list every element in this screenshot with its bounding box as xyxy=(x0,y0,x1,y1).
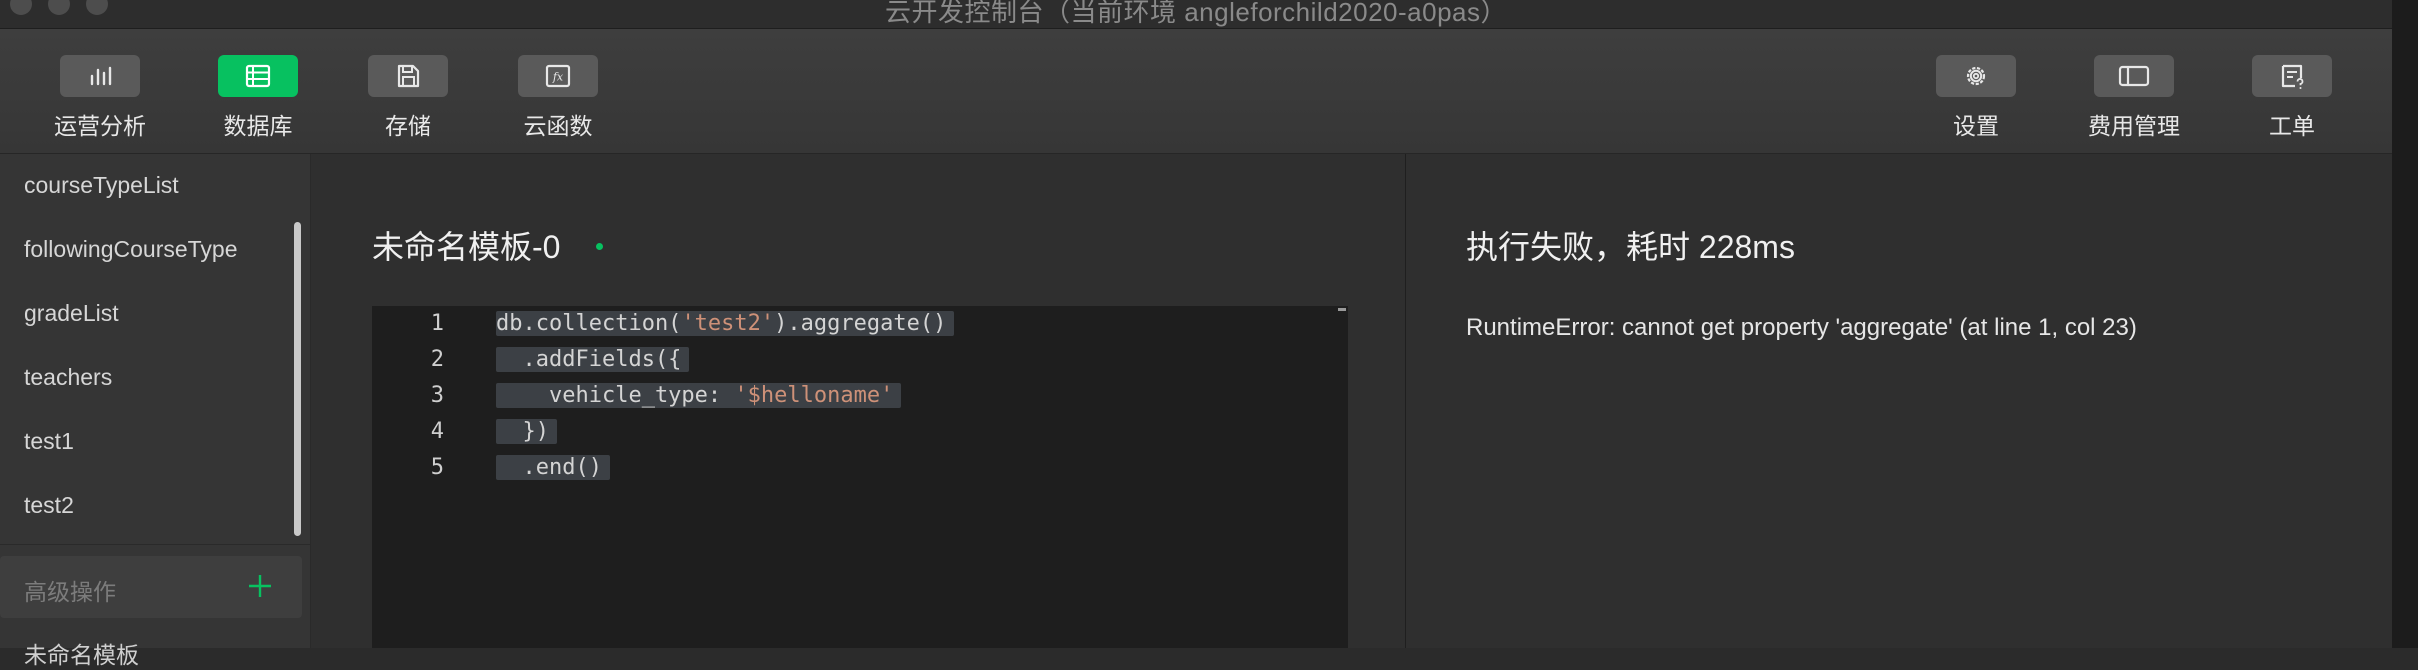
line-number: 3 xyxy=(430,383,444,408)
billing-card-icon xyxy=(2094,55,2174,97)
toolbar-database-button[interactable]: 数据库 xyxy=(198,55,318,141)
code-line: vehicle_type: '$helloname' xyxy=(496,380,902,412)
collection-item[interactable]: gradeList xyxy=(24,300,119,327)
code-token: db.collection( xyxy=(496,311,682,336)
sidebar-divider xyxy=(0,544,310,545)
toolbar-analytics-button[interactable]: 运营分析 xyxy=(40,55,160,141)
code-token: vehicle_type: xyxy=(496,383,735,408)
code-token: .end() xyxy=(496,455,610,480)
template-list-item[interactable]: 未命名模板 xyxy=(24,636,139,670)
gear-icon xyxy=(1936,55,2016,97)
error-message: RuntimeError: cannot get property 'aggre… xyxy=(1466,314,2137,341)
toolbar-label: 云函数 xyxy=(523,113,593,139)
code-scrollbar[interactable] xyxy=(1338,308,1346,311)
collection-item[interactable]: test1 xyxy=(24,428,74,455)
toolbar-label: 工单 xyxy=(2269,113,2315,139)
toolbar-label: 运营分析 xyxy=(54,113,146,139)
code-string: '$helloname' xyxy=(734,383,894,408)
toolbar-label: 费用管理 xyxy=(2088,113,2180,139)
code-token: .addFields({ xyxy=(496,347,690,372)
save-disk-icon xyxy=(368,55,448,97)
code-string: 'test2' xyxy=(681,311,775,336)
status-dot xyxy=(596,243,603,250)
ticket-icon xyxy=(2252,55,2332,97)
advanced-operations-label: 高级操作 xyxy=(24,579,116,605)
collection-item[interactable]: followingCourseType xyxy=(24,236,238,263)
line-number: 2 xyxy=(430,347,444,372)
add-template-plus-icon[interactable] xyxy=(246,572,274,605)
advanced-operations-header[interactable]: 高级操作 xyxy=(0,556,302,618)
window-title: 云开发控制台（当前环境 angleforchild2020-a0pas） xyxy=(885,0,1507,27)
code-line: }) xyxy=(496,416,557,448)
window-edge xyxy=(2392,0,2418,648)
template-title: 未命名模板-0 xyxy=(372,229,561,265)
toolbar-billing-button[interactable]: 费用管理 xyxy=(2074,55,2194,141)
line-number: 1 xyxy=(430,311,444,336)
toolbar-cloud-function-button[interactable]: fx 云函数 xyxy=(498,55,618,141)
result-title: 执行失败，耗时 228ms xyxy=(1466,229,1795,265)
toolbar-label: 数据库 xyxy=(223,113,293,139)
main-toolbar: 运营分析 数据库 存储 fx 云函数 设置 费用管理 工单 xyxy=(0,29,2392,154)
title-bar: 云开发控制台（当前环境 angleforchild2020-a0pas） xyxy=(0,0,2392,29)
code-token: }) xyxy=(496,419,557,444)
code-token: ).aggregate() xyxy=(774,311,947,336)
code-line: .end() xyxy=(496,452,610,484)
toolbar-label: 存储 xyxy=(385,113,431,139)
toolbar-label: 设置 xyxy=(1953,113,1999,139)
collection-item[interactable]: test2 xyxy=(24,492,74,519)
collections-sidebar: courseTypeList followingCourseType grade… xyxy=(0,154,311,668)
collection-item[interactable]: teachers xyxy=(24,364,112,391)
bar-chart-icon xyxy=(60,55,140,97)
code-line: .addFields({ xyxy=(496,344,690,376)
code-line: db.collection('test2').aggregate() xyxy=(496,308,955,340)
line-number: 5 xyxy=(430,455,444,480)
toolbar-ticket-button[interactable]: 工单 xyxy=(2232,55,2352,141)
database-icon xyxy=(218,55,298,97)
line-number: 4 xyxy=(430,419,444,444)
toolbar-settings-button[interactable]: 设置 xyxy=(1916,55,2036,141)
collection-item[interactable]: courseTypeList xyxy=(24,172,179,199)
function-fx-icon: fx xyxy=(518,55,598,97)
toolbar-storage-button[interactable]: 存储 xyxy=(348,55,468,141)
sidebar-scrollbar[interactable] xyxy=(294,222,301,536)
svg-text:fx: fx xyxy=(552,71,564,84)
